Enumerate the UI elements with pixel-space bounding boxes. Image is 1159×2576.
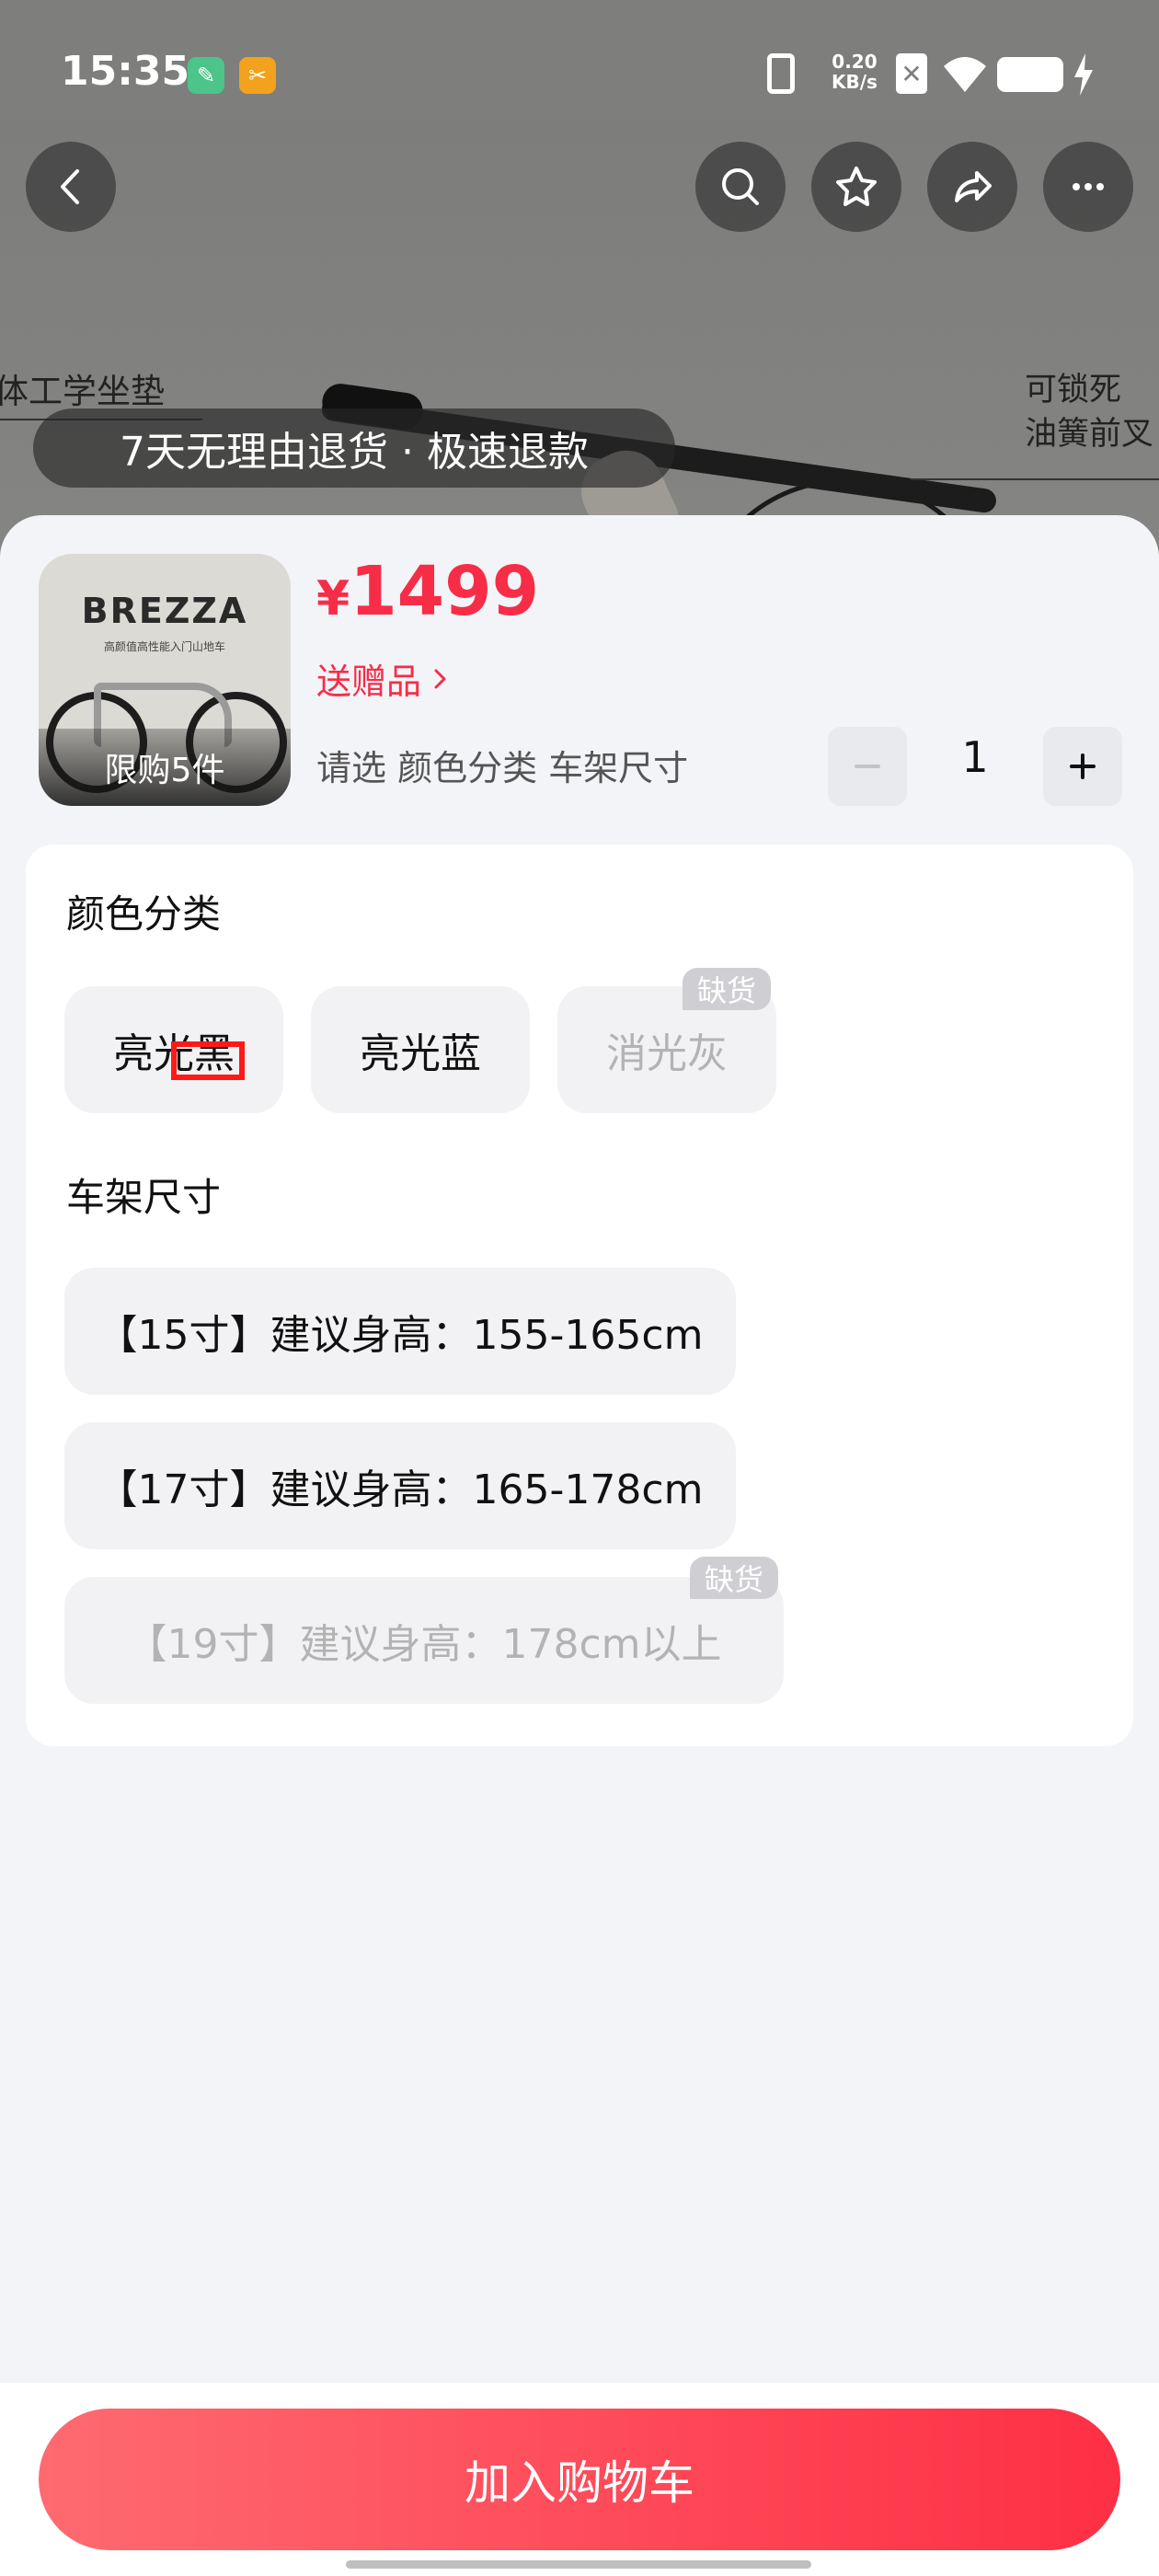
plus-icon [1070, 753, 1096, 779]
no-sim-icon: ✕ [896, 53, 927, 94]
gift-link[interactable]: 送赠品 [316, 653, 451, 704]
status-bar: 15:35 ✎ ✂ 0.20 KB/s ✕ [0, 0, 1159, 129]
share-button[interactable] [927, 142, 1017, 232]
charging-icon [1074, 53, 1093, 96]
annotation-line [911, 478, 1159, 480]
option-label: 消光灰 [606, 1030, 728, 1077]
network-speed-value: 0.20 [832, 51, 878, 73]
color-section-title: 颜色分类 [66, 891, 222, 937]
quantity-value[interactable]: 1 [938, 732, 1012, 782]
status-time: 15:35 [61, 48, 190, 95]
search-button[interactable] [695, 142, 786, 232]
bottom-action-bar: 加入购物车 [0, 2383, 1159, 2576]
annotation-fork: 可锁死 油簧前叉 [1025, 368, 1153, 456]
option-label: 【19寸】建议身高：178cm以上 [126, 1621, 722, 1668]
star-icon [836, 167, 877, 206]
more-dots-icon [1073, 183, 1104, 190]
gift-label: 送赠品 [316, 661, 422, 702]
search-icon [722, 168, 759, 205]
vibrate-icon [767, 53, 795, 94]
purchase-limit-label: 限购5件 [39, 729, 291, 806]
chevron-right-icon [434, 669, 446, 688]
tools-app-icon: ✂ [239, 57, 276, 94]
home-indicator[interactable] [346, 2560, 811, 2569]
network-speed: 0.20 KB/s [832, 52, 878, 92]
sku-selection-sheet: BREZZA 高颜值高性能入门山地车 限购5件 ¥1499 送赠品 请选 颜色分… [0, 515, 1159, 2576]
annotation-fork-line1: 可锁死 [1025, 372, 1122, 408]
thumbnail-brand: BREZZA [81, 591, 248, 631]
price-value: 1499 [350, 552, 540, 631]
option-label: 【17寸】建议身高：165-178cm [97, 1466, 704, 1513]
option-label: 亮光蓝 [360, 1030, 481, 1077]
highlight-box [171, 1041, 245, 1080]
battery-icon [997, 57, 1063, 92]
options-card: 颜色分类 亮光黑 亮光蓝 消光灰 缺货 车架尺寸 【15寸】建议身高：155-1… [26, 845, 1133, 1746]
annotation-seat: 体工学坐垫 [0, 372, 165, 411]
option-label: 【15寸】建议身高：155-165cm [97, 1312, 704, 1359]
quantity-increase-button[interactable] [1043, 727, 1122, 806]
out-of-stock-badge: 缺货 [683, 968, 772, 1010]
return-policy-text: 7天无理由退货 · 极速退款 [120, 429, 589, 476]
chevron-left-icon [61, 169, 79, 204]
quantity-decrease-button[interactable] [828, 727, 907, 806]
favorite-button[interactable] [811, 142, 901, 232]
add-to-cart-label: 加入购物车 [465, 2456, 694, 2510]
size-option-19[interactable]: 【19寸】建议身高：178cm以上 [64, 1577, 784, 1704]
thumbnail-tagline: 高颜值高性能入门山地车 [103, 640, 225, 653]
color-option-bright-blue[interactable]: 亮光蓝 [311, 986, 530, 1113]
product-thumbnail[interactable]: BREZZA 高颜值高性能入门山地车 限购5件 [39, 554, 291, 806]
selection-prompt: 请选 颜色分类 车架尺寸 [316, 748, 689, 788]
share-icon [955, 171, 992, 202]
size-section-title: 车架尺寸 [66, 1175, 222, 1220]
network-speed-unit: KB/s [832, 71, 878, 93]
add-to-cart-button[interactable]: 加入购物车 [39, 2409, 1120, 2550]
price-currency: ¥ [316, 571, 350, 627]
size-option-15[interactable]: 【15寸】建议身高：155-165cm [64, 1268, 736, 1395]
return-policy-banner: 7天无理由退货 · 极速退款 [33, 408, 675, 488]
notification-app-icon: ✎ [188, 57, 224, 94]
out-of-stock-badge: 缺货 [690, 1557, 779, 1599]
annotation-fork-line2: 油簧前叉 [1025, 416, 1154, 453]
back-button[interactable] [26, 142, 116, 232]
wifi-icon [944, 57, 986, 92]
minus-icon [855, 765, 880, 768]
more-button[interactable] [1043, 142, 1133, 232]
size-option-17[interactable]: 【17寸】建议身高：165-178cm [64, 1422, 736, 1549]
price: ¥1499 [316, 552, 539, 631]
